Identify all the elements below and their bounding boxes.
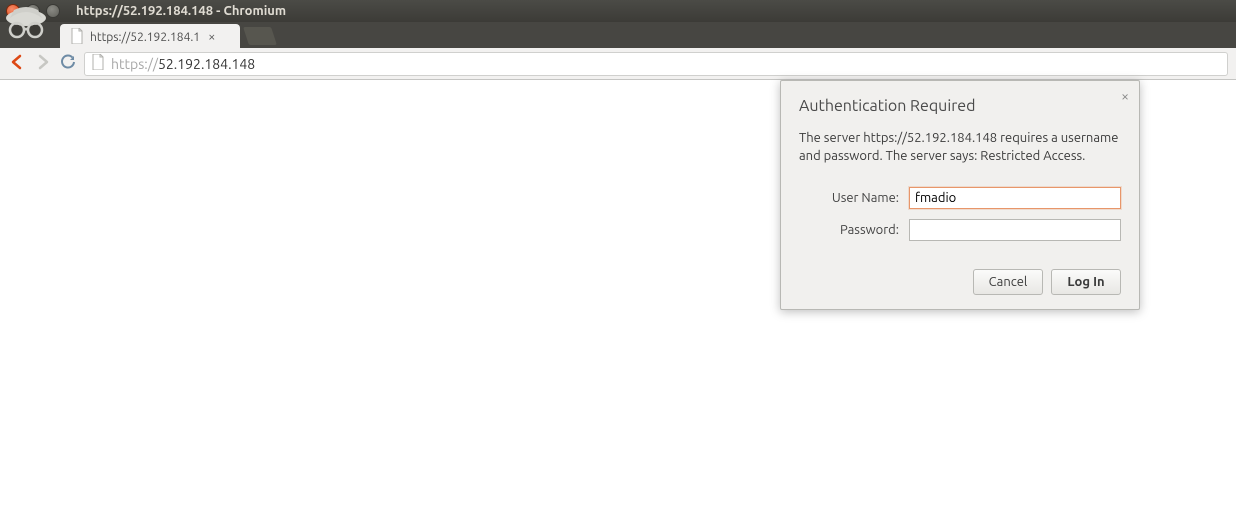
page-icon (70, 28, 84, 47)
tab-strip: https://52.192.184.1 × (0, 22, 1236, 48)
password-label: Password: (799, 223, 909, 237)
page-icon (91, 54, 105, 73)
dialog-button-row: Cancel Log In (799, 269, 1121, 295)
browser-tab[interactable]: https://52.192.184.1 × (60, 24, 240, 48)
dialog-title: Authentication Required (799, 97, 1121, 115)
password-input[interactable] (909, 219, 1121, 241)
username-label: User Name: (799, 191, 909, 205)
tab-close-button[interactable]: × (208, 31, 215, 44)
browser-toolbar: https://52.192.184.148 (0, 48, 1236, 80)
address-bar[interactable]: https://52.192.184.148 (84, 52, 1228, 76)
window-title: https://52.192.184.148 - Chromium (76, 4, 286, 18)
url-host: 52.192.184.148 (158, 56, 255, 72)
new-tab-button[interactable] (243, 27, 277, 45)
auth-dialog: × Authentication Required The server htt… (780, 80, 1140, 310)
username-row: User Name: (799, 187, 1121, 209)
page-content: × Authentication Required The server htt… (0, 80, 1236, 524)
password-row: Password: (799, 219, 1121, 241)
reload-button[interactable] (60, 54, 76, 73)
url-scheme: https:// (111, 56, 158, 72)
username-input[interactable] (909, 187, 1121, 209)
login-button[interactable]: Log In (1051, 269, 1121, 295)
cancel-button[interactable]: Cancel (973, 269, 1043, 295)
window-titlebar: https://52.192.184.148 - Chromium (0, 0, 1236, 22)
dialog-close-button[interactable]: × (1121, 89, 1129, 103)
incognito-icon (0, 2, 56, 42)
forward-button[interactable] (34, 53, 52, 74)
back-button[interactable] (8, 53, 26, 74)
dialog-message: The server https://52.192.184.148 requir… (799, 129, 1121, 165)
tab-title: https://52.192.184.1 (90, 31, 200, 44)
